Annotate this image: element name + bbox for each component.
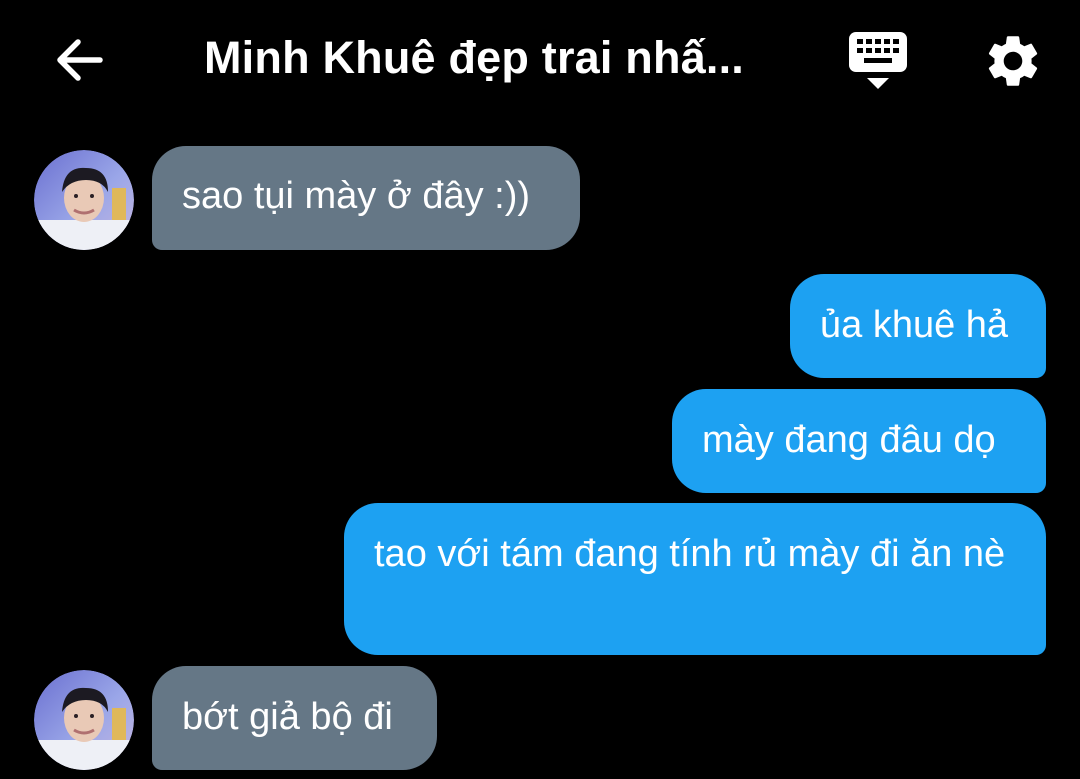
settings-button[interactable]	[982, 30, 1044, 92]
conversation-title[interactable]: Minh Khuê đẹp trai nhấ...	[204, 30, 784, 86]
back-button[interactable]	[50, 30, 110, 90]
message-bubble-outgoing[interactable]: mày đang đâu dọ	[672, 389, 1046, 493]
sender-avatar[interactable]	[34, 670, 134, 770]
message-text: sao tụi mày ở đây :))	[182, 175, 531, 217]
message-bubble-incoming[interactable]: sao tụi mày ở đây :))	[152, 146, 580, 250]
avatar-photo	[34, 670, 134, 770]
keyboard-button[interactable]	[846, 28, 910, 92]
arrow-left-icon	[57, 39, 103, 81]
message-bubble-outgoing[interactable]: tao với tám đang tính rủ mày đi ăn nè	[344, 503, 1046, 655]
message-bubble-outgoing[interactable]: ủa khuê hả	[790, 274, 1046, 378]
message-bubble-incoming[interactable]: bớt giả bộ đi	[152, 666, 437, 770]
conversation-header: Minh Khuê đẹp trai nhấ...	[0, 0, 1080, 118]
dm-conversation-screen: Minh Khuê đẹp trai nhấ... sao tụi mày ở …	[0, 0, 1080, 779]
message-text: mày đang đâu dọ	[702, 419, 996, 461]
gear-icon	[988, 36, 1038, 86]
message-text: bớt giả bộ đi	[182, 696, 393, 738]
message-text: ủa khuê hả	[820, 304, 1009, 346]
sender-avatar[interactable]	[34, 150, 134, 250]
message-text: tao với tám đang tính rủ mày đi ăn nè	[374, 533, 1006, 575]
avatar-photo	[34, 150, 134, 250]
keyboard-icon	[849, 32, 907, 89]
